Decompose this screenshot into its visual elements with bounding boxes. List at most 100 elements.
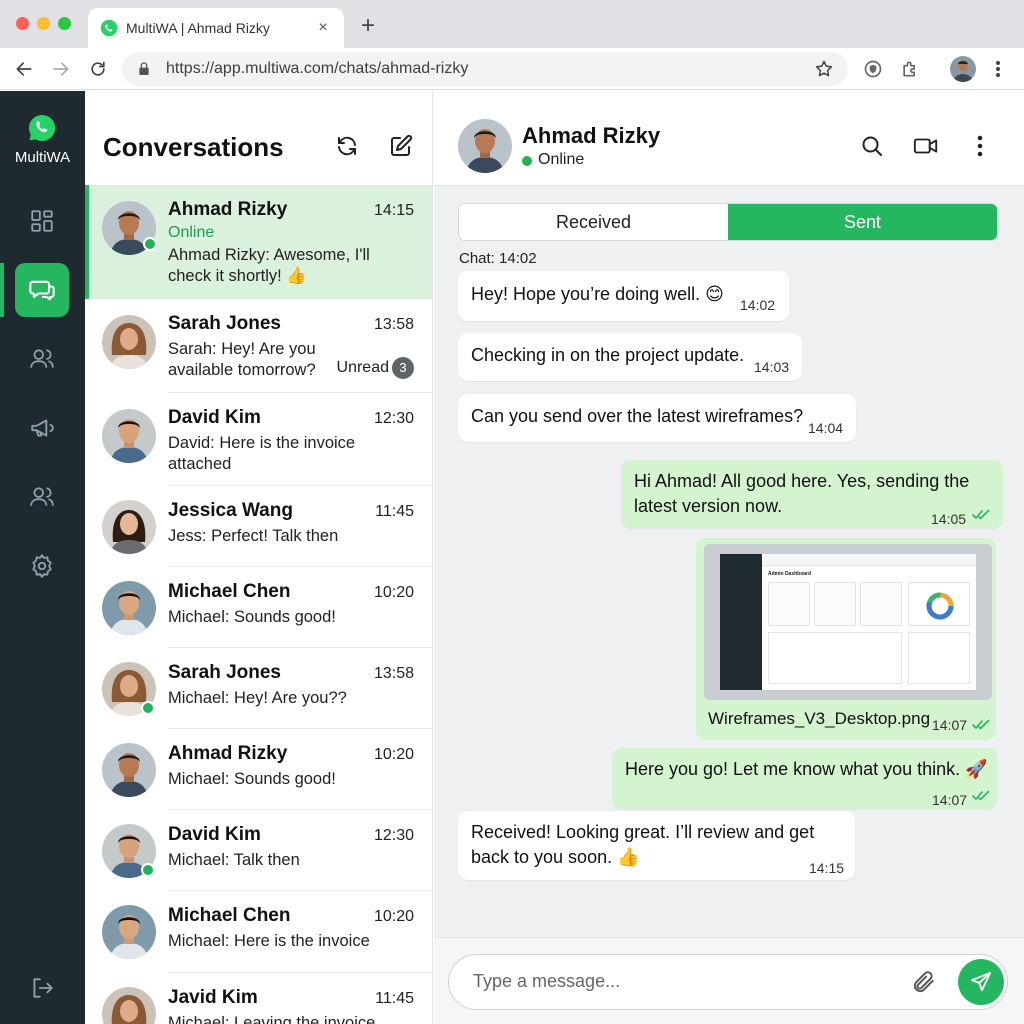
paperclip-icon[interactable] xyxy=(911,969,937,995)
video-call-button[interactable] xyxy=(913,133,939,159)
address-bar[interactable]: https://app.multiwa.com/chats/ahmad-rizk… xyxy=(122,52,848,86)
image-attachment-preview[interactable]: Admin Dashboard xyxy=(704,544,992,700)
message-composer: Type a message... xyxy=(434,937,1024,1024)
reload-button[interactable] xyxy=(86,57,110,81)
conversation-item[interactable]: David Kim 12:30 Michael: Talk then xyxy=(85,810,432,891)
window-zoom-button[interactable] xyxy=(58,17,71,30)
nav-groups-button[interactable] xyxy=(15,470,69,524)
conversation-item[interactable]: David Kim 12:30 David: Here is the invoi… xyxy=(85,393,432,486)
incoming-message[interactable]: Hey! Hope you’re doing well. 😊 14:02 xyxy=(458,271,789,321)
chat-menu-button[interactable] xyxy=(967,133,993,159)
new-tab-button[interactable]: + xyxy=(356,12,380,40)
tab-received[interactable]: Received xyxy=(459,204,728,240)
message-input[interactable]: Type a message... xyxy=(448,954,1008,1010)
settings-gear-icon xyxy=(32,554,52,578)
browser-tab-strip: MultiWA | Ahmad Rizky × + xyxy=(0,0,1024,48)
avatar xyxy=(102,315,156,369)
conversation-preview-line: Michael: Leaving the invoice xyxy=(168,1014,376,1024)
incoming-message[interactable]: Checking in on the project update. 14:03 xyxy=(458,333,802,381)
send-button[interactable] xyxy=(958,959,1004,1005)
extension-shield-button[interactable] xyxy=(862,58,884,80)
refresh-button[interactable] xyxy=(334,133,360,159)
thumbnail-table xyxy=(768,632,902,684)
conversation-item[interactable]: Ahmad Rizky 10:20 Michael: Sounds good! xyxy=(85,729,432,810)
conversation-preview-line: available tomorrow? xyxy=(168,361,316,379)
nav-broadcast-button[interactable] xyxy=(15,401,69,455)
send-icon xyxy=(970,971,992,992)
message-input-placeholder: Type a message... xyxy=(473,971,621,991)
arrow-left-icon xyxy=(16,62,32,76)
unread-label: Unread xyxy=(336,359,389,376)
window-minimize-button[interactable] xyxy=(37,17,50,30)
conversation-item[interactable]: Sarah Jones 13:58 Sarah: Hey! Are you av… xyxy=(85,299,432,393)
chat-contact-name: Ahmad Rizky xyxy=(522,123,661,148)
refresh-icon xyxy=(338,136,356,156)
message-text: Here you go! Let me know what you think.… xyxy=(625,759,988,779)
conversation-item[interactable]: Michael Chen 10:20 Michael: Here is the … xyxy=(85,891,432,973)
unread-count-badge: 3 xyxy=(392,357,414,379)
conversation-item[interactable]: Ahmad Rizky 14:15 Online Ahmad Rizky: Aw… xyxy=(85,185,432,299)
window-close-button[interactable] xyxy=(16,17,29,30)
message-text: back to you soon. 👍 xyxy=(471,847,640,867)
thumbnail-list xyxy=(908,632,970,684)
new-chat-button[interactable] xyxy=(388,133,414,159)
kebab-menu-icon xyxy=(996,61,1000,77)
search-icon xyxy=(862,136,882,156)
url-text[interactable]: https://app.multiwa.com/chats/ahmad-rizk… xyxy=(166,60,814,78)
nav-dashboard-button[interactable] xyxy=(15,194,69,248)
conversation-item[interactable]: Sarah Jones 13:58 Michael: Hey! Are you?… xyxy=(85,648,432,729)
avatar-man-icon xyxy=(102,905,156,959)
conversation-time: 13:58 xyxy=(373,665,414,682)
avatar xyxy=(102,500,156,554)
online-indicator xyxy=(141,701,155,715)
back-button[interactable] xyxy=(12,57,36,81)
bookmark-star-icon[interactable] xyxy=(814,59,834,79)
outgoing-message[interactable]: Here you go! Let me know what you think.… xyxy=(612,748,997,809)
extensions-button[interactable] xyxy=(899,58,921,80)
nav-contacts-button[interactable] xyxy=(15,332,69,386)
avatar xyxy=(102,409,156,463)
browser-menu-button[interactable] xyxy=(988,58,1008,80)
chat-contact-status: Online xyxy=(538,151,585,168)
read-receipt-icon xyxy=(972,509,990,520)
read-receipt-icon xyxy=(972,790,990,801)
thumbnail-topbar xyxy=(762,554,976,566)
conversation-item[interactable]: Jessica Wang 11:45 Jess: Perfect! Talk t… xyxy=(85,486,432,567)
active-nav-indicator xyxy=(0,263,4,317)
close-tab-icon[interactable]: × xyxy=(314,19,332,37)
reload-icon xyxy=(91,61,105,76)
avatar-woman-icon xyxy=(102,500,156,554)
message-text: Hi Ahmad! All good here. Yes, sending th… xyxy=(634,471,970,491)
outgoing-image-message[interactable]: Admin Dashboard Wireframes_V3_Desktop.pn… xyxy=(696,538,996,740)
conversation-item[interactable]: Javid Kim 11:45 Michael: Leaving the inv… xyxy=(85,973,432,1024)
chat-timestamp-label: Chat: 14:02 xyxy=(459,250,537,267)
groups-icon xyxy=(30,487,54,506)
incoming-message[interactable]: Received! Looking great. I’ll review and… xyxy=(458,811,855,880)
thumbnail-card xyxy=(860,582,902,626)
browser-profile-avatar[interactable] xyxy=(950,56,976,82)
search-chat-button[interactable] xyxy=(859,133,885,159)
online-indicator xyxy=(143,237,157,251)
nav-settings-button[interactable] xyxy=(15,539,69,593)
avatar-woman-icon xyxy=(102,987,156,1024)
conversation-time: 13:58 xyxy=(373,316,414,333)
message-time: 14:15 xyxy=(809,860,845,876)
profile-avatar-icon xyxy=(950,56,976,82)
brand-name: MultiWA xyxy=(14,149,71,166)
read-receipt-icon xyxy=(972,719,990,730)
message-text: latest version now. xyxy=(634,496,783,516)
conversation-item[interactable]: Michael Chen 10:20 Michael: Sounds good! xyxy=(85,567,432,648)
chat-contact-avatar[interactable] xyxy=(458,119,512,173)
video-camera-icon xyxy=(913,138,938,154)
conversation-status: Online xyxy=(168,224,215,241)
conversation-preview-line: check it shortly! 👍 xyxy=(168,267,307,285)
forward-button[interactable] xyxy=(49,57,73,81)
browser-tab[interactable]: MultiWA | Ahmad Rizky × xyxy=(88,8,344,48)
logout-button[interactable] xyxy=(15,961,69,1015)
conversation-preview-line: Jess: Perfect! Talk then xyxy=(168,527,339,545)
outgoing-message[interactable]: Hi Ahmad! All good here. Yes, sending th… xyxy=(621,460,1003,528)
tab-sent[interactable]: Sent xyxy=(728,204,997,240)
conversation-name: David Kim xyxy=(168,407,261,428)
nav-chats-button[interactable] xyxy=(15,263,69,317)
incoming-message[interactable]: Can you send over the latest wireframes?… xyxy=(458,394,856,442)
